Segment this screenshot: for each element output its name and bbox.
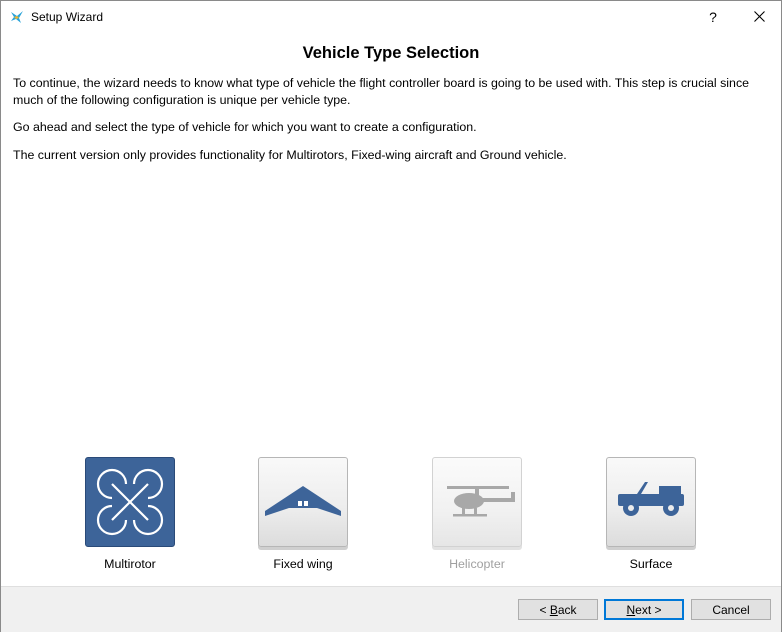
multirotor-icon <box>96 468 164 536</box>
vehicle-button-helicopter[interactable] <box>432 457 522 547</box>
wizard-page: Vehicle Type Selection To continue, the … <box>1 32 781 586</box>
vehicle-button-multirotor[interactable] <box>85 457 175 547</box>
title-bar[interactable]: Setup Wizard ? <box>1 1 781 32</box>
vehicle-label-surface: Surface <box>629 557 673 571</box>
back-button-prefix: < <box>539 602 550 617</box>
intro-paragraph: To continue, the wizard needs to know wh… <box>13 76 750 107</box>
helicopter-icon <box>447 486 515 517</box>
next-button-mnemonic: N <box>626 602 636 617</box>
instruction-paragraph: Go ahead and select the type of vehicle … <box>13 120 477 134</box>
close-button[interactable] <box>737 1 781 32</box>
back-button[interactable]: < Back <box>518 599 598 620</box>
help-button[interactable]: ? <box>691 1 735 32</box>
vehicle-label-helicopter: Helicopter <box>449 557 505 571</box>
fixed-wing-icon <box>265 486 341 516</box>
version-note-paragraph: The current version only provides functi… <box>13 148 567 162</box>
app-logo-icon <box>11 11 23 23</box>
back-button-mnemonic: B <box>549 602 558 617</box>
setup-wizard-window: Setup Wizard ? Vehicle Type Selection To… <box>0 0 782 632</box>
vehicle-button-surface[interactable] <box>606 457 696 547</box>
vehicle-label-fixed-wing: Fixed wing <box>273 557 333 571</box>
vehicle-label-multirotor: Multirotor <box>104 557 156 571</box>
page-title: Vehicle Type Selection <box>302 44 480 62</box>
vehicle-button-fixed-wing[interactable] <box>258 457 348 547</box>
back-button-label: ack <box>557 602 577 617</box>
cancel-button[interactable]: Cancel <box>691 599 771 620</box>
next-button[interactable]: Next > <box>604 599 684 620</box>
window-title: Setup Wizard <box>31 10 104 24</box>
close-icon <box>753 11 765 22</box>
button-bar: < Back Next > Cancel <box>1 586 781 632</box>
surface-vehicle-icon <box>618 482 684 516</box>
next-button-label: ext > <box>635 602 662 617</box>
